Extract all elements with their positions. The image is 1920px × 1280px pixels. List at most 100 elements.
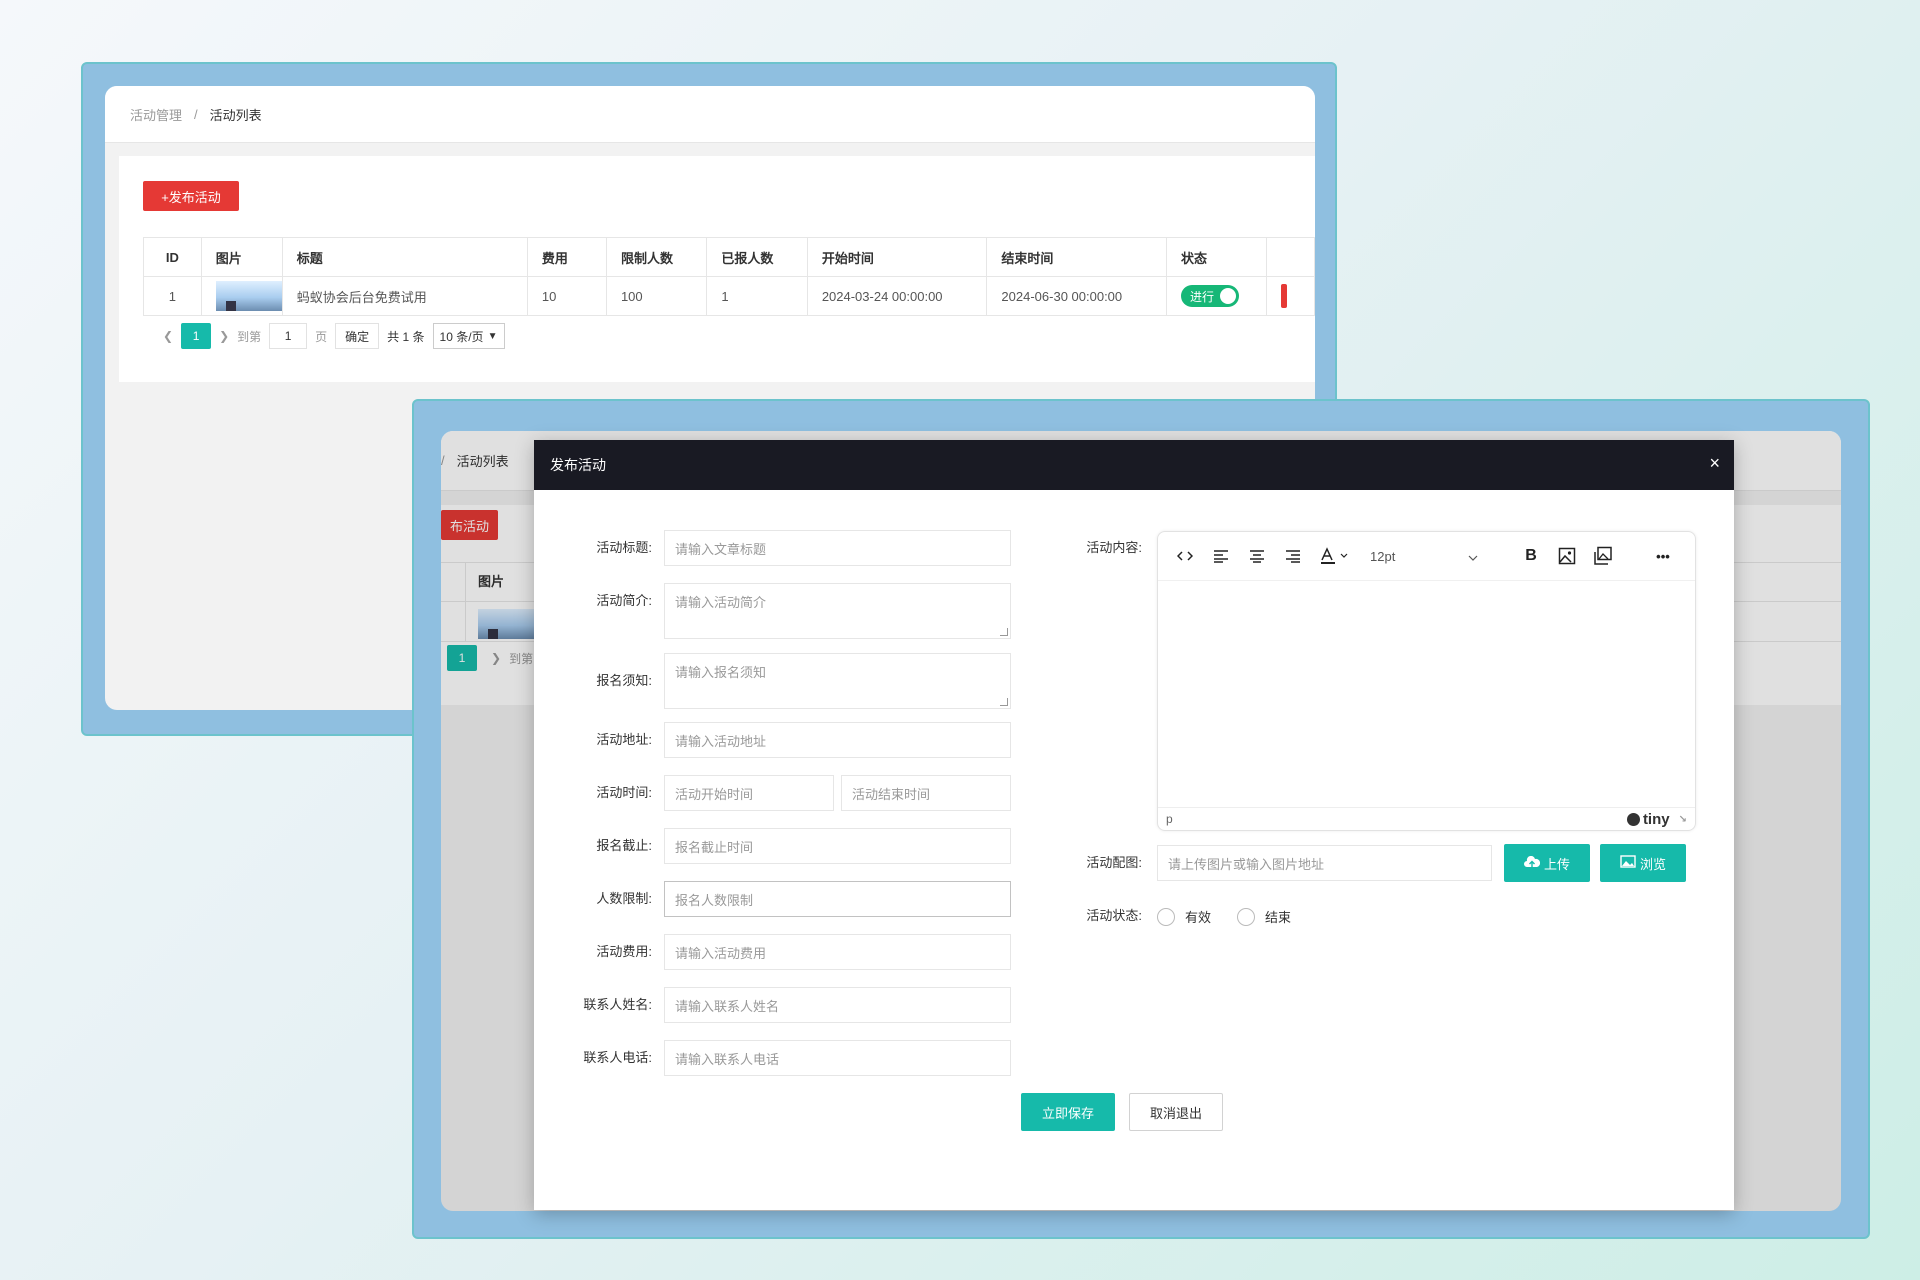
status-label: 活动状态: bbox=[1086, 908, 1142, 923]
delete-button[interactable] bbox=[1280, 284, 1287, 308]
table-row: 1 蚂蚁协会后台免费试用 10 100 1 2024-03-24 00:00:0… bbox=[143, 276, 1315, 316]
editor-statusbar: p tiny ↘ bbox=[1158, 807, 1695, 830]
fee-input[interactable]: 请输入活动费用 bbox=[664, 934, 1011, 970]
list-card: +发布活动 ID 图片 标题 费用 限制人数 已报人数 开始时间 结束时间 状态 bbox=[119, 156, 1315, 382]
field-notice: 报名须知: 请输入报名须知 bbox=[534, 653, 1011, 709]
upload-label: 上传 bbox=[1543, 856, 1570, 872]
save-button[interactable]: 立即保存 bbox=[1021, 1093, 1115, 1131]
per-page-select[interactable]: 10 条/页 ▼ bbox=[432, 323, 505, 349]
table-header-row: ID 图片 标题 费用 限制人数 已报人数 开始时间 结束时间 状态 bbox=[143, 237, 1315, 277]
editor-content-area[interactable] bbox=[1158, 581, 1695, 807]
font-size-value: 12pt bbox=[1370, 548, 1396, 564]
col-status: 状态 bbox=[1166, 237, 1267, 277]
activity-table: ID 图片 标题 费用 限制人数 已报人数 开始时间 结束时间 状态 1 蚂蚁协… bbox=[143, 237, 1315, 316]
cover-url-input[interactable]: 请上传图片或输入图片地址 bbox=[1157, 845, 1492, 881]
cell-image bbox=[200, 276, 283, 316]
field-contact-phone: 联系人电话: 请输入联系人电话 bbox=[534, 1040, 1011, 1076]
text-color-icon[interactable] bbox=[1318, 545, 1350, 567]
cell-enrolled: 1 bbox=[706, 276, 808, 316]
goto-label: 到第 bbox=[237, 329, 262, 344]
cloud-upload-icon bbox=[1523, 855, 1541, 871]
time-label: 活动时间: bbox=[596, 785, 652, 800]
cover-label: 活动配图: bbox=[1086, 855, 1142, 870]
address-label: 活动地址: bbox=[596, 732, 652, 747]
radio-ended[interactable] bbox=[1237, 907, 1256, 926]
resize-handle-icon[interactable]: ↘ bbox=[1679, 814, 1687, 825]
font-size-select[interactable]: 12pt bbox=[1364, 544, 1484, 568]
cancel-button[interactable]: 取消退出 bbox=[1129, 1093, 1223, 1131]
field-fee: 活动费用: 请输入活动费用 bbox=[534, 934, 1011, 970]
image-icon[interactable] bbox=[1556, 545, 1578, 567]
breadcrumb-parent[interactable]: 活动管理 bbox=[130, 105, 182, 124]
cell-status: 进行 bbox=[1166, 276, 1267, 316]
field-address: 活动地址: 请输入活动地址 bbox=[534, 722, 1011, 758]
gallery-icon[interactable] bbox=[1592, 545, 1614, 567]
field-contact-name: 联系人姓名: 请输入联系人姓名 bbox=[534, 987, 1011, 1023]
title-input[interactable]: 请输入文章标题 bbox=[664, 530, 1011, 566]
field-limit: 人数限制: 报名人数限制 bbox=[534, 881, 1011, 917]
status-radio-group: 有效 结束 bbox=[1157, 907, 1291, 926]
col-limit: 限制人数 bbox=[605, 237, 708, 277]
col-actions bbox=[1265, 237, 1315, 277]
field-content-label-row: 活动内容: bbox=[1044, 530, 1154, 566]
col-id: ID bbox=[143, 237, 202, 277]
editor-toolbar: 12pt B ••• bbox=[1158, 532, 1695, 581]
field-title: 活动标题: 请输入文章标题 bbox=[534, 530, 1011, 566]
col-start: 开始时间 bbox=[806, 237, 988, 277]
cell-end: 2024-06-30 00:00:00 bbox=[986, 276, 1168, 316]
cell-actions bbox=[1265, 276, 1315, 316]
intro-textarea[interactable]: 请输入活动简介 bbox=[664, 583, 1011, 639]
goto-page-input[interactable]: 1 bbox=[269, 323, 308, 349]
code-icon[interactable] bbox=[1174, 545, 1196, 567]
upload-button[interactable]: 上传 bbox=[1504, 844, 1590, 882]
breadcrumb-separator: / bbox=[194, 106, 198, 122]
element-path[interactable]: p bbox=[1166, 812, 1173, 826]
per-page-value: 10 条/页 bbox=[439, 329, 484, 344]
goto-confirm-button[interactable]: 确定 bbox=[335, 323, 380, 349]
tiny-brand[interactable]: tiny ↘ bbox=[1626, 811, 1687, 828]
start-time-input[interactable]: 活动开始时间 bbox=[664, 775, 834, 811]
bold-icon[interactable]: B bbox=[1520, 545, 1542, 567]
deadline-input[interactable]: 报名截止时间 bbox=[664, 828, 1011, 864]
end-time-input[interactable]: 活动结束时间 bbox=[841, 775, 1011, 811]
limit-label: 人数限制: bbox=[596, 891, 652, 906]
radio-ended-label[interactable]: 结束 bbox=[1265, 907, 1291, 926]
breadcrumb-current: 活动列表 bbox=[209, 107, 262, 123]
notice-textarea[interactable]: 请输入报名须知 bbox=[664, 653, 1011, 709]
col-enrolled: 已报人数 bbox=[706, 237, 808, 277]
intro-label: 活动简介: bbox=[596, 593, 652, 608]
radio-active[interactable] bbox=[1157, 907, 1175, 926]
contact-name-input[interactable]: 请输入联系人姓名 bbox=[664, 987, 1011, 1023]
field-cover: 活动配图: bbox=[1044, 845, 1154, 881]
address-input[interactable]: 请输入活动地址 bbox=[664, 722, 1011, 758]
field-status: 活动状态: bbox=[1044, 898, 1154, 934]
page-1[interactable]: 1 bbox=[181, 323, 212, 349]
browse-button[interactable]: 浏览 bbox=[1600, 844, 1686, 882]
breadcrumb: 活动管理 / 活动列表 bbox=[105, 86, 1315, 143]
prev-page-icon[interactable]: ❮ bbox=[163, 329, 173, 343]
close-icon[interactable]: × bbox=[1709, 453, 1720, 474]
status-switch[interactable]: 进行 bbox=[1181, 285, 1240, 307]
more-icon[interactable]: ••• bbox=[1652, 545, 1674, 567]
col-image: 图片 bbox=[200, 237, 283, 277]
col-end: 结束时间 bbox=[986, 237, 1168, 277]
align-center-icon[interactable] bbox=[1246, 545, 1268, 567]
contact-phone-input[interactable]: 请输入联系人电话 bbox=[664, 1040, 1011, 1076]
fee-label: 活动费用: bbox=[596, 944, 652, 959]
chevron-down-icon bbox=[1468, 549, 1478, 564]
tiny-logo-icon bbox=[1626, 812, 1640, 826]
cell-fee: 10 bbox=[526, 276, 607, 316]
activity-thumbnail[interactable] bbox=[215, 281, 282, 311]
contact-phone-label: 联系人电话: bbox=[583, 1050, 652, 1065]
pagination: ❮ 1 ❯ 到第 1 页 确定 共 1 条 10 条/页 ▼ bbox=[163, 323, 505, 349]
align-right-icon[interactable] bbox=[1282, 545, 1304, 567]
next-page-icon[interactable]: ❯ bbox=[219, 329, 229, 343]
limit-input[interactable]: 报名人数限制 bbox=[664, 881, 1011, 917]
publish-activity-button[interactable]: +发布活动 bbox=[143, 181, 239, 211]
col-title: 标题 bbox=[281, 237, 528, 277]
contact-name-label: 联系人姓名: bbox=[583, 997, 652, 1012]
radio-active-label[interactable]: 有效 bbox=[1185, 907, 1211, 926]
page-unit: 页 bbox=[315, 329, 328, 344]
align-left-icon[interactable] bbox=[1210, 545, 1232, 567]
field-time: 活动时间: 活动开始时间 活动结束时间 bbox=[534, 775, 1011, 811]
